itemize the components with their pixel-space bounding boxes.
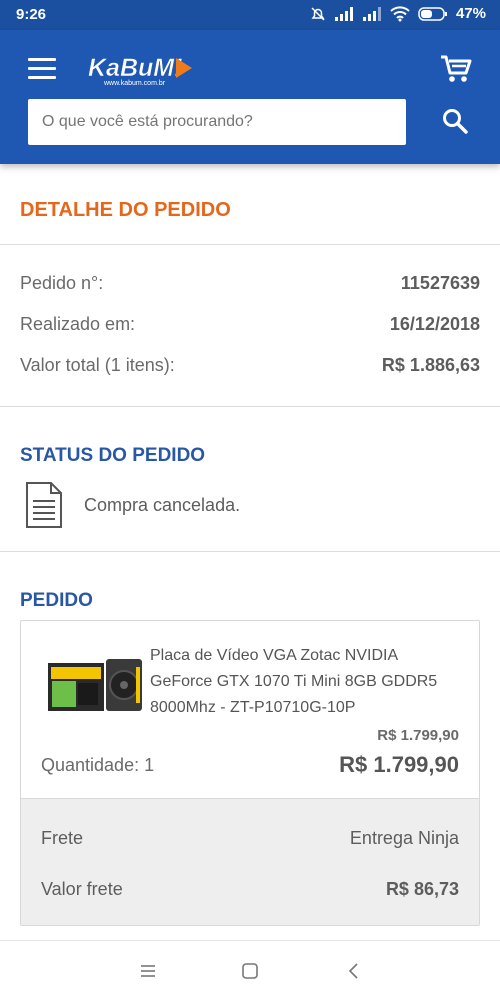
product-name[interactable]: Placa de Vídeo VGA Zotac NVIDIA GeForce … <box>150 643 459 721</box>
battery-icon <box>418 6 447 21</box>
clock: 9:26 <box>16 6 47 23</box>
svg-text:www.kabum.com.br: www.kabum.com.br <box>103 80 166 87</box>
shipping-cost-label: Valor frete <box>41 879 123 899</box>
order-status-section: STATUS DO PEDIDO Compra cancelada. <box>0 407 500 552</box>
battery-level: 47% <box>455 5 486 22</box>
system-navigation-bar <box>0 940 500 1000</box>
order-item-card: Placa de Vídeo VGA Zotac NVIDIA GeForce … <box>20 620 480 926</box>
shipping-method-label: Frete <box>41 828 84 848</box>
signal-icon-2 <box>362 6 381 21</box>
order-total-label: Valor total (1 itens): <box>20 355 175 375</box>
quantity-label: Quantidade: 1 <box>41 754 155 775</box>
mute-icon <box>311 6 325 21</box>
product-image[interactable] <box>46 653 144 717</box>
search-input[interactable] <box>28 99 406 145</box>
quantity-row: Quantidade: 1 R$ 1.799,90 <box>41 752 459 778</box>
shipping-method-value: Entrega Ninja <box>349 828 459 848</box>
order-number-label: Pedido n°: <box>20 273 104 293</box>
product-row: Placa de Vídeo VGA Zotac NVIDIA GeForce … <box>41 643 459 721</box>
shipping-cost-value: R$ 86,73 <box>385 879 459 899</box>
status-text: Compra cancelada. <box>84 494 241 515</box>
order-detail-title-section: DETALHE DO PEDIDO <box>0 164 500 245</box>
order-number-value: 11527639 <box>400 273 480 293</box>
shipping-method-row: Frete Entrega Ninja <box>41 813 459 864</box>
status-line: Compra cancelada. <box>20 481 480 529</box>
kabum-logo[interactable]: KaBuM! www.kabum.com.br <box>86 50 196 88</box>
unit-price: R$ 1.799,90 <box>377 727 459 744</box>
shipping-cost-row: Valor frete R$ 86,73 <box>41 864 459 915</box>
status-icons: 47% <box>310 5 486 22</box>
order-total-value: R$ 1.886,63 <box>381 355 480 375</box>
order-item[interactable]: Placa de Vídeo VGA Zotac NVIDIA GeForce … <box>21 621 479 798</box>
order-content: DETALHE DO PEDIDO Pedido n°: 11527639 Re… <box>0 164 500 940</box>
order-items-section: PEDIDO Placa de Vídeo VGA Zotac NVIDIA G… <box>0 552 500 926</box>
order-total-row: Valor total (1 itens): R$ 1.886,63 <box>20 345 480 386</box>
recent-apps-icon[interactable] <box>138 961 158 981</box>
document-icon <box>26 482 62 528</box>
page-title: DETALHE DO PEDIDO <box>20 199 231 221</box>
order-date-label: Realizado em: <box>20 314 136 334</box>
order-number-row: Pedido n°: 11527639 <box>20 263 480 304</box>
menu-icon[interactable] <box>28 58 58 80</box>
wifi-icon <box>390 5 410 21</box>
cart-icon[interactable] <box>440 54 472 84</box>
order-date-value: 16/12/2018 <box>389 314 480 334</box>
order-title: PEDIDO <box>20 590 93 611</box>
order-info: Pedido n°: 11527639 Realizado em: 16/12/… <box>0 245 500 407</box>
status-title: STATUS DO PEDIDO <box>20 445 206 466</box>
home-icon[interactable] <box>240 961 260 981</box>
status-bar: 9:26 47% <box>0 0 500 30</box>
signal-icon <box>334 6 353 21</box>
item-total-price: R$ 1.799,90 <box>339 752 459 777</box>
search-icon[interactable] <box>442 108 468 134</box>
shipping-info: Frete Entrega Ninja Valor frete R$ 86,73 <box>21 798 479 925</box>
back-icon[interactable] <box>344 961 364 981</box>
svg-text:KaBuM!: KaBuM! <box>88 54 182 82</box>
app-header: KaBuM! www.kabum.com.br <box>0 30 500 164</box>
order-date-row: Realizado em: 16/12/2018 <box>20 304 480 345</box>
